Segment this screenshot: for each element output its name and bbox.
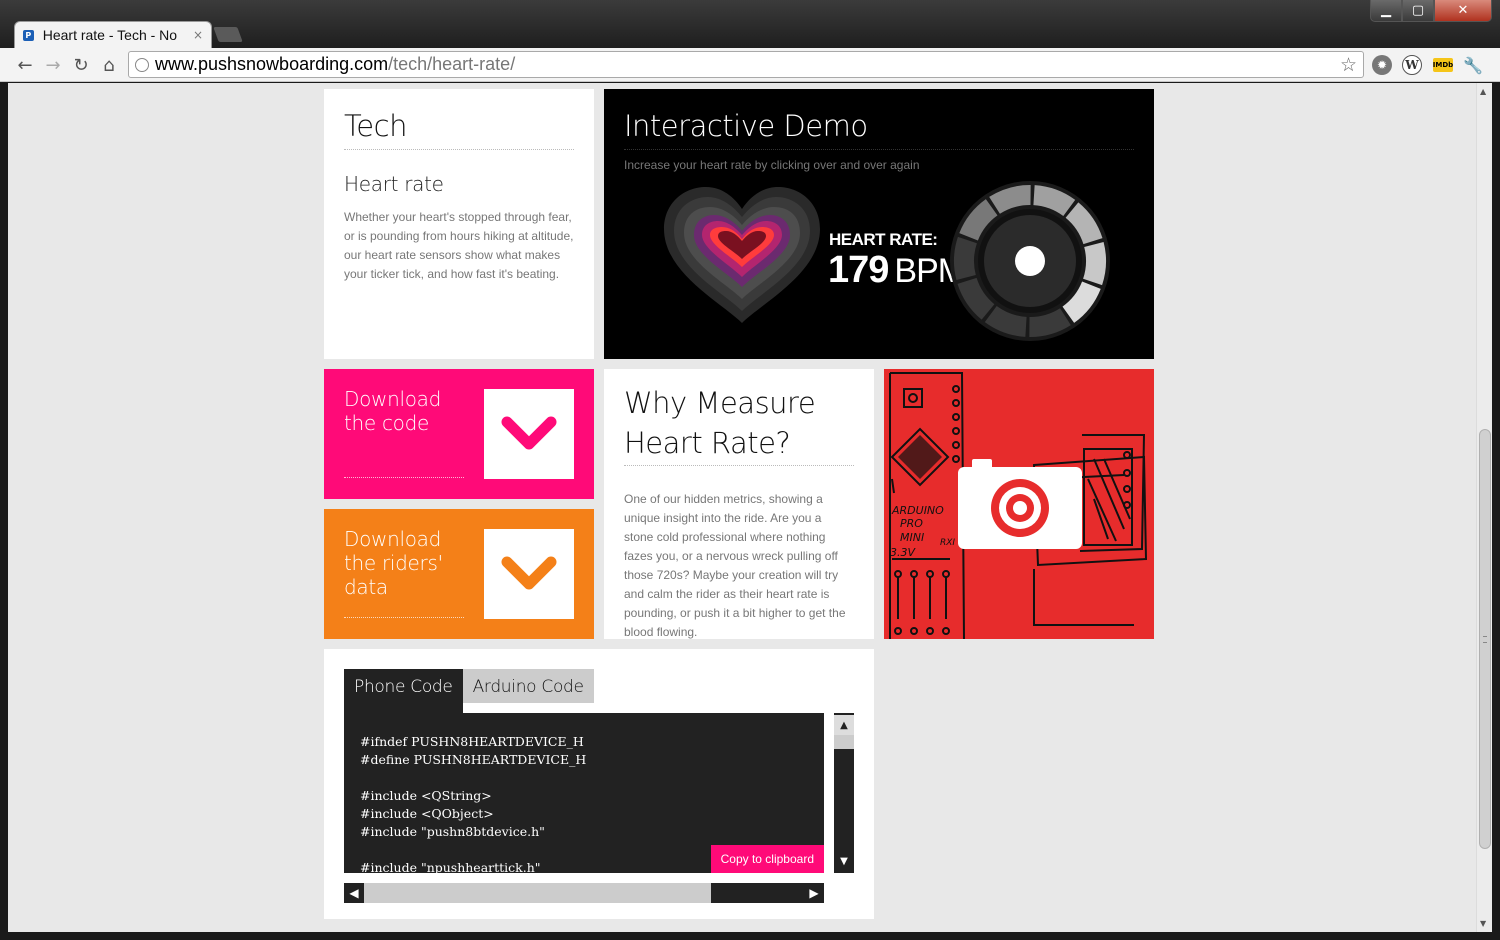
- close-window-button[interactable]: ✕: [1434, 0, 1492, 22]
- code-line: #include "pushn8btdevice.h": [360, 824, 545, 839]
- download-code-underline: [344, 477, 464, 478]
- browser-toolbar: ← → ↻ ⌂ www.pushsnowboarding.com/tech/he…: [0, 48, 1500, 82]
- wordpress-extension-icon[interactable]: W: [1402, 55, 1422, 75]
- demo-hint: Increase your heart rate by clicking ove…: [624, 158, 920, 172]
- interactive-demo-tile: Interactive Demo Increase your heart rat…: [604, 89, 1154, 359]
- why-title: Why Measure Heart Rate?: [624, 383, 854, 466]
- photo-gallery-tile[interactable]: ARDUINO PRO MINI 3.3V RXI: [884, 369, 1154, 639]
- sketch-text: ARDUINO: [891, 504, 944, 517]
- download-code-tile[interactable]: Download the code: [324, 369, 594, 499]
- star-icon[interactable]: ☆: [1340, 54, 1357, 76]
- code-line: #ifndef PUSHN8HEARTDEVICE_H: [360, 734, 584, 749]
- heart-rate-value: 179: [828, 249, 889, 291]
- forward-icon[interactable]: →: [42, 54, 64, 76]
- window-controls: ▁ ▢ ✕: [1370, 0, 1492, 22]
- gauge-segment: [954, 236, 977, 281]
- code-listing[interactable]: #ifndef PUSHN8HEARTDEVICE_H #define PUSH…: [344, 713, 824, 873]
- sketch-text: RXI: [940, 538, 955, 548]
- new-tab-button[interactable]: [213, 27, 243, 42]
- camera-icon: [958, 459, 1082, 549]
- url-path: /tech/heart-rate/: [388, 54, 516, 74]
- scroll-up-icon[interactable]: ▲: [1480, 87, 1486, 96]
- scroll-right-icon[interactable]: ▶: [804, 883, 824, 903]
- code-line: #include <QObject>: [360, 806, 494, 821]
- page-title: Tech: [344, 109, 574, 150]
- url-host: www.pushsnowboarding.com: [155, 54, 389, 74]
- page-info-icon[interactable]: [135, 57, 149, 72]
- back-icon[interactable]: ←: [14, 54, 36, 76]
- tab-phone-code[interactable]: Phone Code: [344, 669, 463, 713]
- code-line: #include <QString>: [360, 788, 492, 803]
- why-description: One of our hidden metrics, showing a uni…: [624, 492, 846, 639]
- settings-extension-icon[interactable]: ✹: [1372, 55, 1392, 75]
- code-tabs: Phone Code Arduino Code: [344, 669, 594, 713]
- download-data-label: Download the riders' data: [344, 527, 443, 599]
- maximize-button[interactable]: ▢: [1402, 0, 1434, 22]
- scroll-down-icon[interactable]: ▼: [834, 851, 854, 871]
- reload-icon[interactable]: ↻: [70, 54, 92, 76]
- window-titlebar: ▁ ▢ ✕ P Heart rate - Tech - No ×: [0, 0, 1500, 48]
- copy-to-clipboard-button[interactable]: Copy to clipboard: [710, 845, 824, 873]
- heart-rate-label: HEART RATE:: [829, 230, 938, 249]
- browser-tab[interactable]: P Heart rate - Tech - No ×: [14, 21, 212, 48]
- minimize-button[interactable]: ▁: [1370, 0, 1402, 22]
- tab-title: Heart rate - Tech - No: [42, 27, 178, 43]
- scroll-thumb[interactable]: [364, 883, 711, 903]
- download-data-underline: [344, 617, 464, 618]
- scroll-thumb[interactable]: [834, 735, 854, 749]
- code-vertical-scrollbar[interactable]: ▲ ▼: [834, 713, 854, 873]
- scroll-down-icon[interactable]: ▼: [1480, 919, 1486, 928]
- gauge-center-dot: [1015, 246, 1045, 276]
- scroll-left-icon[interactable]: ◀: [344, 883, 364, 903]
- tab-arduino-code[interactable]: Arduino Code: [462, 669, 594, 703]
- heart-rate-readout: 179 BPM: [828, 249, 966, 292]
- why-measure-tile: Why Measure Heart Rate? One of our hidde…: [604, 369, 874, 639]
- tab-close-icon[interactable]: ×: [193, 28, 203, 42]
- tech-tile: Tech Heart rate Whether your heart's sto…: [324, 89, 594, 359]
- chevron-down-icon: [501, 556, 557, 590]
- page-scroll-thumb[interactable]: [1479, 429, 1491, 849]
- tech-description: Whether your heart's stopped through fea…: [344, 210, 574, 281]
- push-favicon-icon: P: [23, 29, 34, 41]
- sketch-text: PRO: [900, 517, 923, 530]
- page-viewport: Tech Heart rate Whether your heart's sto…: [8, 83, 1492, 932]
- chevron-down-icon: [501, 416, 557, 450]
- page-scrollbar[interactable]: ▲ ▼: [1476, 83, 1492, 932]
- download-code-label: Download the code: [344, 387, 442, 435]
- imdb-extension-icon[interactable]: IMDb: [1433, 58, 1453, 72]
- demo-title: Interactive Demo: [624, 109, 1134, 150]
- home-icon[interactable]: ⌂: [98, 54, 120, 76]
- download-code-button[interactable]: [484, 389, 574, 479]
- heart-rate-gauge: [950, 181, 1110, 341]
- wrench-icon[interactable]: 🔧: [1463, 55, 1483, 75]
- download-data-tile[interactable]: Download the riders' data: [324, 509, 594, 639]
- arduino-sketch-image: ARDUINO PRO MINI 3.3V RXI: [889, 372, 1148, 639]
- sketch-text: 3.3V: [890, 546, 916, 559]
- gauge-segment: [1083, 241, 1106, 286]
- section-subtitle: Heart rate: [344, 172, 444, 196]
- heart-icon[interactable]: [662, 185, 822, 325]
- code-viewer-tile: Phone Code Arduino Code #ifndef PUSHN8HE…: [324, 649, 874, 919]
- address-bar[interactable]: www.pushsnowboarding.com/tech/heart-rate…: [128, 51, 1364, 78]
- sketch-text: MINI: [900, 531, 924, 544]
- scroll-up-icon[interactable]: ▲: [834, 715, 854, 735]
- download-data-button[interactable]: [484, 529, 574, 619]
- code-horizontal-scrollbar[interactable]: ◀ ▶: [344, 883, 824, 903]
- code-line: #define PUSHN8HEARTDEVICE_H: [360, 752, 587, 767]
